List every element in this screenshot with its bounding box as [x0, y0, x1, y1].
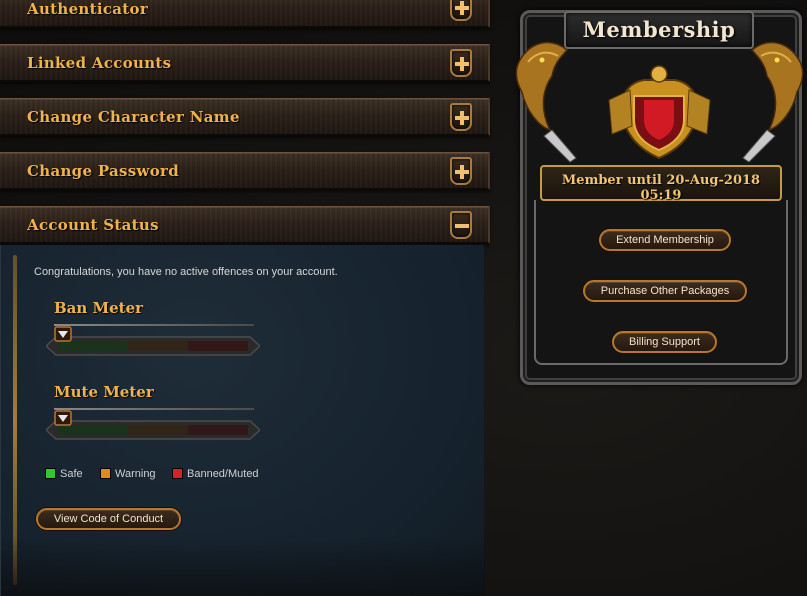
plus-icon [455, 57, 469, 71]
billing-support-button[interactable]: Billing Support [612, 331, 717, 353]
ban-meter [46, 326, 260, 357]
expand-toggle[interactable] [450, 157, 472, 185]
accordion-header-change-password[interactable]: Change Password [0, 152, 490, 190]
collapse-toggle[interactable] [450, 211, 472, 239]
plus-icon [455, 1, 469, 15]
plus-icon [455, 111, 469, 125]
purchase-other-packages-button[interactable]: Purchase Other Packages [583, 280, 747, 302]
expand-toggle[interactable] [450, 49, 472, 77]
status-message: Congratulations, you have no active offe… [34, 266, 338, 278]
legend-label: Banned/Muted [187, 468, 259, 480]
account-status-panel: Congratulations, you have no active offe… [0, 245, 485, 596]
legend-banned-muted: Banned/Muted [172, 468, 259, 480]
accordion-title: Linked Accounts [27, 54, 172, 72]
mute-meter-title: Mute Meter [54, 383, 154, 401]
ban-meter-line [54, 324, 254, 326]
view-code-of-conduct-button[interactable]: View Code of Conduct [36, 508, 181, 530]
accordion-title: Authenticator [27, 0, 149, 18]
membership-until: Member until 20-Aug-2018 05:19 [561, 173, 761, 203]
triangle-down-icon [54, 410, 72, 426]
expand-toggle[interactable] [450, 0, 472, 21]
expand-toggle[interactable] [450, 103, 472, 131]
accordion-header-linked-accounts[interactable]: Linked Accounts [0, 44, 490, 82]
legend-warning: Warning [100, 468, 156, 480]
accordion-header-authenticator[interactable]: Authenticator [0, 0, 490, 28]
plus-icon [455, 165, 469, 179]
mute-meter [46, 410, 260, 441]
minus-icon [455, 224, 469, 228]
accordion-title: Change Character Name [27, 108, 240, 126]
membership-panel: Membership Member until 20-Aug-2018 05:1… [512, 0, 807, 392]
warning-swatch [100, 468, 111, 479]
accordion-title: Account Status [27, 216, 159, 234]
shield-crest-icon [608, 65, 711, 160]
accordion-header-account-status[interactable]: Account Status [0, 206, 490, 244]
mute-meter-line [54, 408, 254, 410]
accordion-header-change-character-name[interactable]: Change Character Name [0, 98, 490, 136]
legend-label: Warning [115, 468, 156, 480]
legend-safe: Safe [45, 468, 83, 480]
dragon-crest-art [515, 41, 804, 163]
panel-grunge [1, 536, 485, 596]
banned-swatch [172, 468, 183, 479]
safe-swatch [45, 468, 56, 479]
accordion-title: Change Password [27, 162, 180, 180]
membership-title: Membership [582, 17, 736, 42]
extend-membership-button[interactable]: Extend Membership [599, 229, 731, 251]
triangle-down-icon [54, 326, 72, 342]
ban-meter-title: Ban Meter [54, 299, 144, 317]
legend-label: Safe [60, 468, 83, 480]
